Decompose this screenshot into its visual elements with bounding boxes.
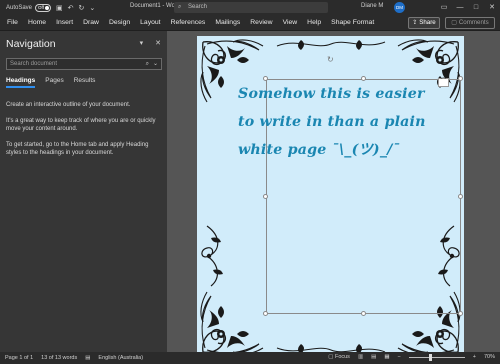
avatar[interactable]: DM bbox=[394, 2, 405, 13]
share-button[interactable]: ⇪ Share bbox=[408, 17, 440, 29]
document-page[interactable]: ↻ ⌒ Somehow this is easier to write in t… bbox=[197, 36, 464, 352]
ribbon-display-icon[interactable]: ▭ bbox=[436, 0, 452, 15]
zoom-slider[interactable] bbox=[408, 353, 465, 361]
search-icon[interactable]: ⌕ bbox=[146, 59, 149, 69]
navigation-pane: Navigation ▾ ✕ Search document ⌕ ⌄ Headi… bbox=[0, 31, 167, 352]
nav-help-paragraph: To get started, go to the Home tab and a… bbox=[6, 142, 149, 156]
search-placeholder: Search bbox=[188, 4, 208, 10]
web-layout-icon[interactable]: ▦ bbox=[384, 354, 389, 360]
menu-home[interactable]: Home bbox=[23, 19, 51, 26]
focus-icon: ▢ bbox=[328, 354, 335, 360]
layout-options-icon[interactable]: ⌒ bbox=[438, 78, 449, 87]
resize-handle[interactable] bbox=[458, 76, 463, 81]
resize-handle[interactable] bbox=[458, 311, 463, 316]
rotate-handle-icon[interactable]: ↻ bbox=[327, 55, 334, 64]
redo-icon[interactable]: ↻ bbox=[79, 4, 85, 12]
resize-handle[interactable] bbox=[263, 194, 268, 199]
ribbon-tabs: File Home Insert Draw Design Layout Refe… bbox=[0, 15, 500, 31]
tab-results[interactable]: Results bbox=[74, 77, 96, 84]
search-icon: ⌕ bbox=[178, 4, 182, 10]
user-name[interactable]: Diane M bbox=[361, 3, 383, 9]
undo-icon[interactable]: ↶ bbox=[68, 4, 74, 12]
customize-toolbar-icon[interactable]: ⌄ bbox=[89, 4, 95, 12]
close-icon[interactable]: ✕ bbox=[484, 0, 500, 15]
document-title: Document1 - Word bbox=[130, 3, 181, 9]
resize-handle[interactable] bbox=[361, 311, 366, 316]
window-controls: ▭ — □ ✕ bbox=[436, 0, 500, 15]
title-bar: AutoSave Off ▣ ↶ ↻ ⌄ Document1 - Word ⌕ … bbox=[0, 0, 500, 15]
nav-pane-controls: ▾ ✕ bbox=[140, 39, 161, 47]
print-layout-icon[interactable]: ▤ bbox=[371, 354, 376, 360]
maximize-icon[interactable]: □ bbox=[468, 0, 484, 15]
comments-button[interactable]: ▢ Comments bbox=[445, 17, 495, 29]
read-mode-icon[interactable]: ▥ bbox=[358, 354, 363, 360]
word-count[interactable]: 13 of 13 words bbox=[41, 355, 77, 361]
minimize-icon[interactable]: — bbox=[452, 0, 468, 15]
nav-help-paragraph: It's a great way to keep track of where … bbox=[6, 118, 156, 132]
zoom-level[interactable]: 70% bbox=[484, 354, 495, 360]
focus-label: Focus bbox=[334, 354, 350, 360]
menu-view[interactable]: View bbox=[278, 19, 303, 26]
chevron-down-icon[interactable]: ⌄ bbox=[153, 59, 158, 69]
nav-search-placeholder: Search document bbox=[10, 61, 58, 67]
zoom-slider-thumb[interactable] bbox=[428, 353, 432, 361]
comment-icon: ▢ bbox=[451, 19, 459, 26]
autosave-label: AutoSave bbox=[6, 4, 33, 11]
nav-close-icon[interactable]: ✕ bbox=[155, 39, 161, 47]
nav-search-input[interactable]: Search document ⌕ ⌄ bbox=[6, 58, 162, 70]
menu-draw[interactable]: Draw bbox=[78, 19, 104, 26]
page-count[interactable]: Page 1 of 1 bbox=[5, 355, 33, 361]
menu-file[interactable]: File bbox=[0, 19, 23, 26]
menu-review[interactable]: Review bbox=[245, 19, 277, 26]
menu-layout[interactable]: Layout bbox=[135, 19, 165, 26]
zoom-out-icon[interactable]: − bbox=[398, 354, 401, 360]
zoom-in-icon[interactable]: + bbox=[473, 354, 476, 360]
quick-access-toolbar: ▣ ↶ ↻ ⌄ bbox=[56, 4, 95, 12]
focus-mode-button[interactable]: ▢ Focus bbox=[328, 354, 350, 360]
comments-label: Comments bbox=[458, 19, 489, 26]
language-indicator[interactable]: English (Australia) bbox=[98, 355, 143, 361]
menu-shape-format[interactable]: Shape Format bbox=[326, 19, 379, 26]
resize-handle[interactable] bbox=[263, 311, 268, 316]
nav-help-text: Create an interactive outline of your do… bbox=[6, 101, 162, 165]
tab-pages[interactable]: Pages bbox=[45, 77, 63, 84]
search-box[interactable]: ⌕ Search bbox=[174, 2, 328, 13]
share-label: Share bbox=[419, 19, 436, 26]
menu-references[interactable]: References bbox=[166, 19, 211, 26]
tab-headings[interactable]: Headings bbox=[6, 77, 36, 88]
document-body-text[interactable]: Somehow this is easier to write in than … bbox=[238, 80, 433, 164]
status-bar: Page 1 of 1 13 of 13 words ▤ English (Au… bbox=[0, 352, 500, 364]
nav-options-chevron-icon[interactable]: ▾ bbox=[140, 39, 144, 47]
navigation-title: Navigation bbox=[6, 38, 56, 50]
autosave-toggle[interactable]: Off bbox=[35, 3, 52, 12]
menu-design[interactable]: Design bbox=[104, 19, 135, 26]
document-canvas[interactable]: ↻ ⌒ Somehow this is easier to write in t… bbox=[167, 31, 500, 352]
menu-help[interactable]: Help bbox=[302, 19, 326, 26]
menu-insert[interactable]: Insert bbox=[51, 19, 78, 26]
menu-mailings[interactable]: Mailings bbox=[210, 19, 245, 26]
proofing-icon[interactable]: ▤ bbox=[85, 355, 90, 361]
save-icon[interactable]: ▣ bbox=[56, 4, 63, 12]
nav-tabs: Headings Pages Results bbox=[6, 77, 96, 88]
resize-handle[interactable] bbox=[458, 194, 463, 199]
nav-help-paragraph: Create an interactive outline of your do… bbox=[6, 102, 131, 108]
